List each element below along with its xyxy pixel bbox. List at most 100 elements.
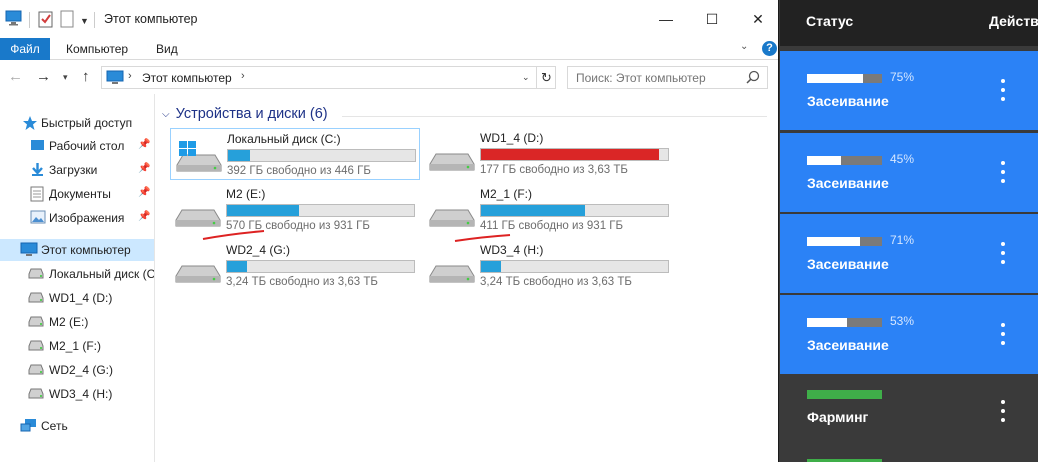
back-arrow-icon[interactable]: ← (8, 68, 23, 85)
pictures-icon (30, 210, 46, 227)
plot-status: Засеивание (807, 337, 889, 353)
forward-arrow-icon[interactable]: → (36, 68, 51, 85)
plot-row: 53% Засеивание (780, 295, 1038, 374)
drive-usage-fill (481, 149, 659, 160)
nav-item-label: M2 (E:) (49, 315, 89, 329)
address-bar[interactable]: › Этот компьютер › ⌄ ↻ (101, 66, 556, 89)
plot-progress-bar (807, 156, 882, 165)
drive-icon (28, 340, 44, 354)
plot-progress-fill (807, 74, 863, 83)
nav-item-drive-g[interactable]: WD2_4 (G:) (0, 359, 154, 381)
title-bar[interactable]: ▼ Этот компьютер — ☐ ✕ (0, 0, 778, 38)
drive-tile-d[interactable]: WD1_4 (D:) 177 ГБ свободно из 3,63 ТБ (424, 128, 674, 180)
plot-progress-bar (807, 390, 882, 399)
drive-tile-h[interactable]: WD3_4 (H:) 3,24 ТБ свободно из 3,63 ТБ (424, 240, 674, 292)
drive-icon (28, 292, 44, 306)
drive-usage-fill (227, 205, 299, 216)
pin-icon[interactable]: 📌 (138, 163, 150, 174)
nav-item-drive-c[interactable]: Локальный диск (С (0, 263, 154, 285)
maximize-button[interactable]: ☐ (689, 0, 735, 38)
drive-tile-g[interactable]: WD2_4 (G:) 3,24 ТБ свободно из 3,63 ТБ (170, 240, 420, 292)
drive-usage-bar (480, 148, 669, 161)
drive-icon (28, 316, 44, 330)
nav-item-label: WD3_4 (H:) (49, 387, 113, 401)
nav-item-label: Сеть (41, 419, 68, 433)
help-icon[interactable]: ? (762, 41, 777, 56)
group-header[interactable]: ⌵ Устройства и диски (6) (162, 106, 328, 122)
pin-icon[interactable]: 📌 (138, 211, 150, 222)
chevron-right-icon[interactable]: › (128, 70, 132, 82)
more-vert-icon[interactable] (999, 323, 1007, 345)
hard-drive-icon (428, 140, 476, 175)
drive-free-space: 3,24 ТБ свободно из 3,63 ТБ (480, 276, 632, 288)
nav-item-pictures[interactable]: Изображения 📌 (0, 207, 154, 229)
recent-locations-icon[interactable]: ▾ (63, 72, 68, 83)
plot-status: Засеивание (807, 175, 889, 191)
tab-file[interactable]: Файл (0, 38, 50, 60)
red-underline-annotation (202, 230, 265, 240)
drive-tile-c[interactable]: Локальный диск (C:) 392 ГБ свободно из 4… (170, 128, 420, 180)
plot-progress-percent: 53% (890, 314, 915, 328)
plots-panel: Статус Действ 75% Засеивание 45% Засеива… (780, 0, 1038, 462)
nav-item-label: M2_1 (F:) (49, 339, 102, 353)
drive-usage-bar (226, 204, 415, 217)
drive-name: M2_1 (F:) (480, 187, 533, 201)
more-vert-icon[interactable] (999, 161, 1007, 183)
drive-usage-fill (481, 261, 501, 272)
refresh-icon[interactable]: ↻ (536, 67, 556, 88)
plots-table-header: Статус Действ (780, 0, 1038, 46)
desktop-icon (30, 138, 45, 155)
plot-status: Засеивание (807, 256, 889, 272)
nav-item-label: Рабочий стол (49, 139, 125, 153)
computer-icon (106, 70, 124, 88)
red-underline-annotation (454, 234, 511, 242)
search-icon[interactable] (746, 70, 760, 87)
nav-item-drive-h[interactable]: WD3_4 (H:) (0, 383, 154, 405)
chevron-down-icon[interactable]: ⌵ (162, 109, 170, 120)
tab-computer[interactable]: Компьютер (66, 38, 128, 60)
column-header-actions: Действ (989, 13, 1038, 29)
plot-progress-bar (807, 237, 882, 246)
more-vert-icon[interactable] (999, 400, 1007, 422)
chevron-down-icon[interactable]: ⌄ (740, 41, 748, 52)
nav-item-documents[interactable]: Документы 📌 (0, 183, 154, 205)
nav-item-downloads[interactable]: Загрузки 📌 (0, 159, 154, 181)
chevron-down-icon[interactable]: ⌄ (522, 72, 530, 83)
tab-view[interactable]: Вид (156, 38, 178, 60)
breadcrumb[interactable]: Этот компьютер (142, 71, 232, 85)
more-vert-icon[interactable] (999, 242, 1007, 264)
computer-icon[interactable] (5, 10, 22, 28)
new-folder-icon[interactable] (60, 10, 76, 28)
chevron-right-icon[interactable]: › (241, 70, 245, 82)
nav-item-network[interactable]: Сеть (0, 415, 154, 437)
plot-status: Засеивание (807, 93, 889, 109)
up-arrow-icon[interactable]: ↑ (82, 68, 90, 85)
drive-usage-fill (228, 150, 250, 161)
nav-item-this-pc[interactable]: Этот компьютер (0, 239, 154, 261)
nav-item-drive-e[interactable]: M2 (E:) (0, 311, 154, 333)
pin-icon[interactable]: 📌 (138, 139, 150, 150)
minimize-button[interactable]: — (643, 0, 689, 38)
plot-progress-fill (807, 156, 841, 165)
pin-icon[interactable]: 📌 (138, 187, 150, 198)
properties-icon[interactable] (38, 10, 54, 28)
close-button[interactable]: ✕ (735, 0, 778, 38)
drive-usage-bar (480, 260, 669, 273)
hard-drive-icon (428, 196, 476, 231)
navigation-pane: Быстрый доступ Рабочий стол 📌 Загрузки 📌… (0, 94, 155, 462)
hard-drive-icon (174, 252, 222, 287)
ribbon-tabs: Файл Компьютер Вид ⌄ ? (0, 38, 778, 60)
nav-item-quick-access[interactable]: Быстрый доступ (0, 112, 154, 134)
documents-icon (30, 186, 44, 205)
search-input[interactable] (568, 67, 743, 88)
separator (94, 12, 95, 28)
nav-item-drive-f[interactable]: M2_1 (F:) (0, 335, 154, 357)
separator (29, 12, 30, 28)
drive-usage-bar (226, 260, 415, 273)
nav-item-desktop[interactable]: Рабочий стол 📌 (0, 135, 154, 157)
search-box (567, 66, 768, 89)
windows-drive-icon (175, 141, 223, 176)
plot-progress-percent: 75% (890, 70, 915, 84)
nav-item-drive-d[interactable]: WD1_4 (D:) (0, 287, 154, 309)
more-vert-icon[interactable] (999, 79, 1007, 101)
